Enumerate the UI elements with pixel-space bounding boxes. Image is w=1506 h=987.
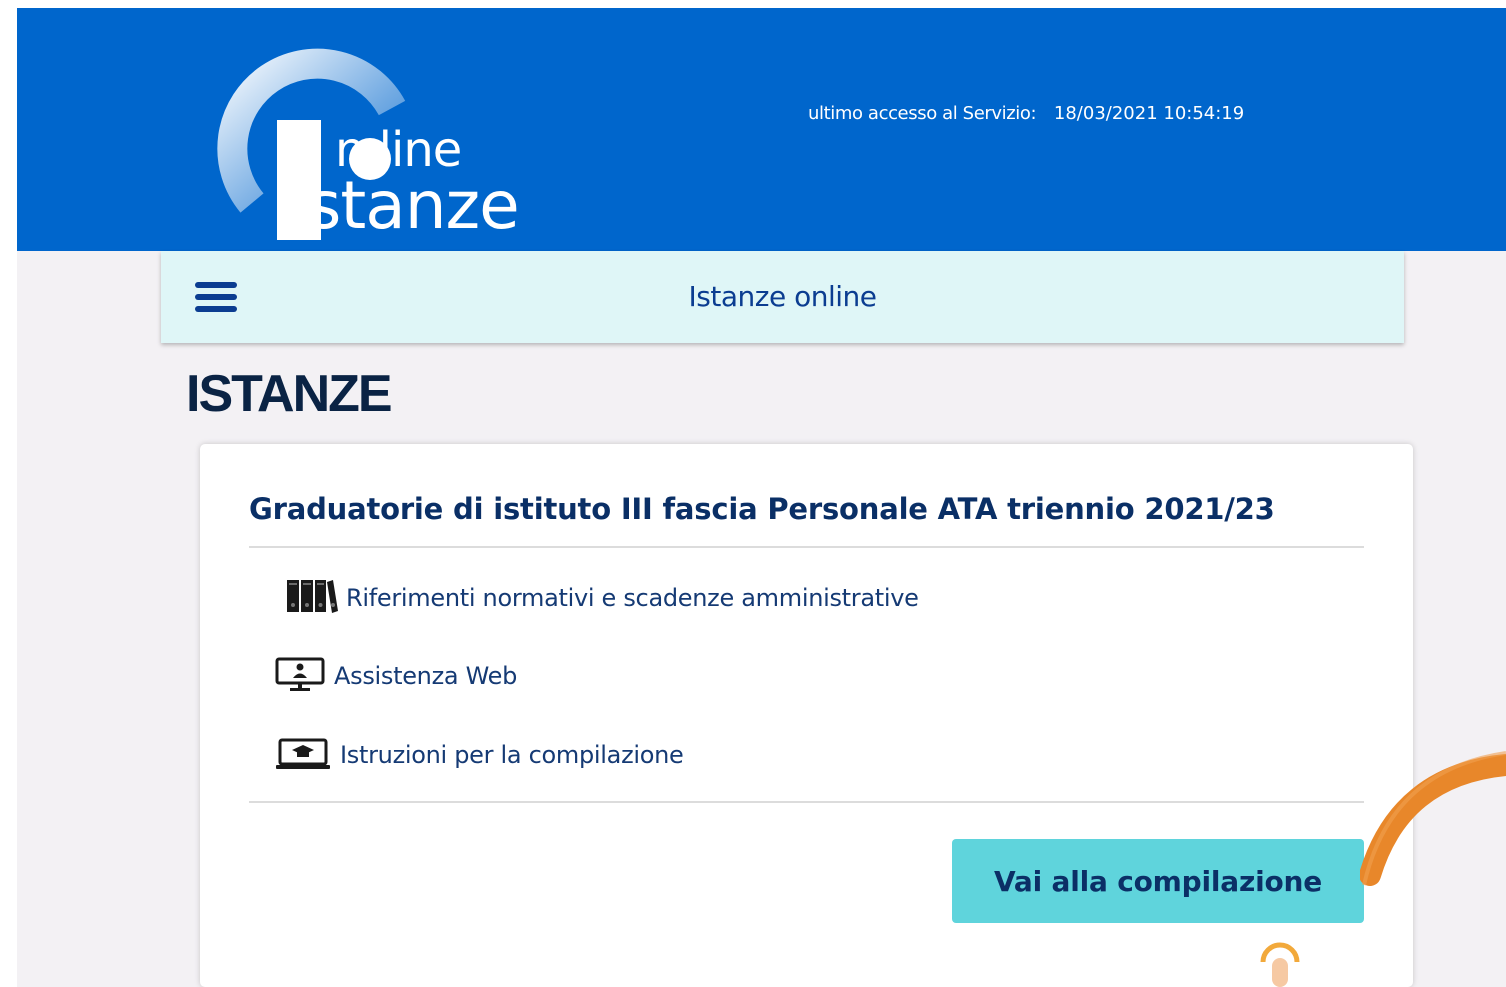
link-label: Riferimenti normativi e scadenze amminis… — [346, 584, 919, 612]
logo-line-2: stanze — [307, 167, 520, 244]
card-title: Graduatorie di istituto III fascia Perso… — [249, 492, 1275, 526]
top-edge — [0, 0, 1506, 8]
nav-title[interactable]: Istanze online — [161, 280, 1404, 313]
link-label: Istruzioni per la compilazione — [340, 741, 684, 769]
laptop-graduation-icon — [274, 735, 332, 775]
page-title: ISTANZE — [186, 365, 393, 423]
link-assistenza-web[interactable]: Assistenza Web — [274, 656, 517, 696]
left-edge — [0, 0, 17, 987]
last-access-label: ultimo accesso al Servizio: — [808, 103, 1037, 124]
vai-alla-compilazione-button[interactable]: Vai alla compilazione — [952, 839, 1364, 923]
monitor-user-icon — [274, 656, 326, 696]
instance-card: Graduatorie di istituto III fascia Perso… — [200, 444, 1413, 987]
navigation-bar: Istanze online — [161, 251, 1404, 343]
decorative-arc-icon — [1360, 751, 1506, 886]
link-istruzioni-compilazione[interactable]: Istruzioni per la compilazione — [274, 735, 684, 775]
tap-pointer-icon — [1260, 942, 1300, 987]
link-label: Assistenza Web — [334, 662, 518, 690]
last-access-value: 18/03/2021 10:54:19 — [1053, 103, 1245, 124]
last-access-info: ultimo accesso al Servizio: 18/03/2021 1… — [808, 103, 1244, 124]
site-header: n line stanze ultimo accesso al Servizio… — [17, 8, 1506, 251]
card-divider-top — [249, 546, 1364, 548]
link-riferimenti-normativi[interactable]: Riferimenti normativi e scadenze amminis… — [286, 578, 919, 618]
card-divider-bottom — [249, 801, 1364, 803]
binders-icon — [286, 578, 338, 618]
